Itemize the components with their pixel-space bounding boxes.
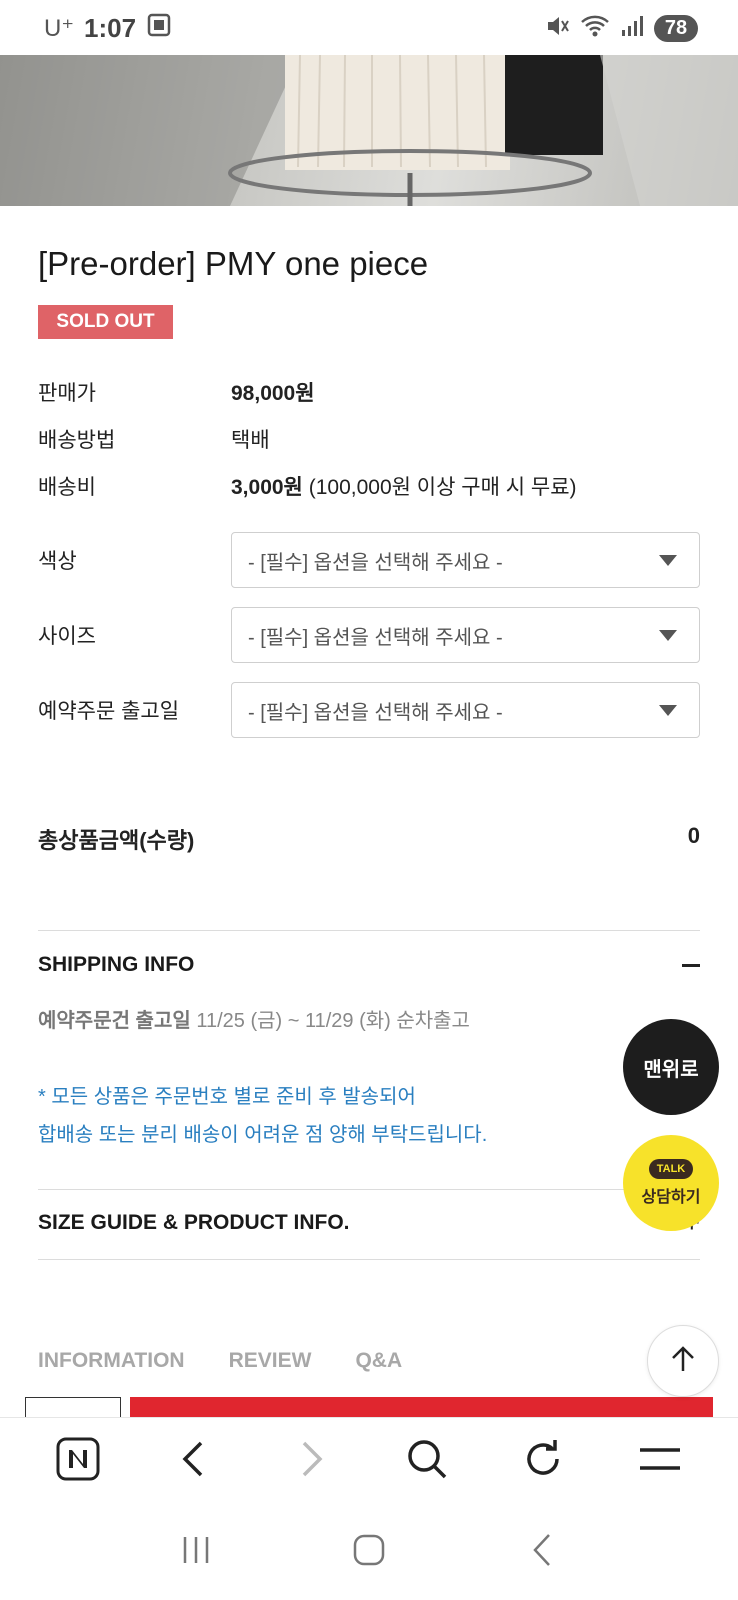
wifi-icon — [580, 13, 610, 44]
price-label: 판매가 — [38, 382, 96, 405]
option-size-row: 사이즈 - [필수] 옵션을 선택해 주세요 - — [38, 607, 700, 663]
search-button[interactable] — [397, 1432, 457, 1492]
total-label: 총상품금액(수량) — [38, 828, 195, 853]
shipping-info-title: SHIPPING INFO — [38, 953, 195, 976]
chevron-left-icon — [179, 1439, 209, 1484]
back-arrow-icon — [529, 1532, 555, 1573]
shipping-fee-row: 배송비 3,000원 (100,000원 이상 구매 시 무료) — [38, 471, 577, 501]
size-guide-header[interactable]: SIZE GUIDE & PRODUCT INFO. + — [38, 1207, 700, 1239]
recent-apps-button[interactable] — [166, 1523, 226, 1583]
tab-information[interactable]: INFORMATION — [38, 1349, 185, 1373]
chevron-down-icon — [659, 555, 677, 566]
refresh-icon — [522, 1438, 564, 1485]
carrier-label: U⁺ — [44, 14, 74, 42]
menu-button[interactable] — [630, 1432, 690, 1492]
search-icon — [406, 1438, 448, 1485]
divider — [38, 1259, 700, 1260]
shipping-notice-line1: * 모든 상품은 주문번호 별로 준비 후 발송되어 — [38, 1086, 416, 1108]
recent-apps-icon — [180, 1534, 212, 1571]
shipping-method-label: 배송방법 — [38, 429, 116, 452]
option-color-label: 색상 — [38, 550, 77, 573]
naver-home-button[interactable] — [48, 1432, 108, 1492]
home-button[interactable] — [339, 1523, 399, 1583]
scroll-top-button[interactable]: 맨위로 — [623, 1019, 719, 1115]
status-bar: U⁺ 1:07 78 — [0, 0, 738, 56]
option-release-row: 예약주문 출고일 - [필수] 옵션을 선택해 주세요 - — [38, 682, 700, 738]
detail-tabs: INFORMATION REVIEW Q&A — [38, 1349, 402, 1373]
battery-indicator: 78 — [654, 14, 698, 42]
option-release-label: 예약주문 출고일 — [38, 700, 180, 723]
shipping-fee-value: 3,000원 — [231, 476, 303, 499]
shipping-notice-line2: 합배송 또는 분리 배송이 어려운 점 양해 부탁드립니다. — [38, 1124, 488, 1146]
naver-n-icon — [56, 1437, 100, 1486]
wishlist-button[interactable] — [25, 1397, 121, 1417]
release-value: 11/25 (금) ~ 11/29 (화) 순차출고 — [196, 1010, 470, 1032]
kakao-talk-button[interactable]: TALK 상담하기 — [623, 1135, 719, 1231]
price-value: 98,000원 — [231, 382, 315, 405]
screenshot-icon — [146, 12, 172, 45]
release-date-line: 예약주문건 출고일 11/25 (금) ~ 11/29 (화) 순차출고 — [38, 1004, 470, 1033]
scroll-top-label: 맨위로 — [643, 1058, 699, 1081]
talk-label: 상담하기 — [641, 1189, 701, 1206]
option-release-placeholder: - [필수] 옵션을 선택해 주세요 - — [248, 701, 503, 724]
status-time: 1:07 — [84, 12, 137, 43]
divider — [38, 1189, 700, 1190]
chevron-down-icon — [659, 630, 677, 641]
option-size-label: 사이즈 — [38, 625, 96, 648]
chevron-right-icon — [296, 1439, 326, 1484]
shipping-method-value: 택배 — [231, 429, 270, 452]
product-image — [0, 55, 738, 206]
shipping-fee-label: 배송비 — [38, 476, 96, 499]
chevron-down-icon — [659, 705, 677, 716]
option-color-row: 색상 - [필수] 옵션을 선택해 주세요 - — [38, 532, 700, 588]
option-color-placeholder: - [필수] 옵션을 선택해 주세요 - — [248, 551, 503, 574]
product-title: [Pre-order] PMY one piece — [38, 245, 429, 282]
refresh-button[interactable] — [513, 1432, 573, 1492]
option-release-select[interactable]: - [필수] 옵션을 선택해 주세요 - — [231, 682, 700, 738]
release-label: 예약주문건 출고일 — [38, 1010, 191, 1032]
signal-icon — [620, 13, 644, 44]
tab-qna[interactable]: Q&A — [355, 1349, 402, 1373]
shipping-method-row: 배송방법 택배 — [38, 424, 270, 454]
mute-icon — [544, 13, 570, 44]
shipping-fee-note: (100,000원 이상 구매 시 무료) — [308, 476, 577, 499]
total-value: 0 — [687, 823, 700, 848]
tab-review[interactable]: REVIEW — [229, 1349, 312, 1373]
size-guide-title: SIZE GUIDE & PRODUCT INFO. — [38, 1211, 350, 1234]
buy-button[interactable] — [130, 1397, 713, 1417]
price-row: 판매가 98,000원 — [38, 377, 315, 407]
option-size-select[interactable]: - [필수] 옵션을 선택해 주세요 - — [231, 607, 700, 663]
divider — [38, 930, 700, 931]
option-color-select[interactable]: - [필수] 옵션을 선택해 주세요 - — [231, 532, 700, 588]
collapse-icon[interactable] — [682, 963, 700, 967]
sold-out-badge: SOLD OUT — [38, 305, 173, 339]
arrow-up-button[interactable] — [647, 1325, 719, 1397]
option-size-placeholder: - [필수] 옵션을 선택해 주세요 - — [248, 626, 503, 649]
system-back-button[interactable] — [512, 1523, 572, 1583]
talk-bubble-icon: TALK — [648, 1159, 694, 1179]
home-icon — [352, 1533, 386, 1572]
hamburger-menu-icon — [638, 1444, 682, 1479]
forward-button[interactable] — [281, 1432, 341, 1492]
back-button[interactable] — [164, 1432, 224, 1492]
total-row: 총상품금액(수량) 0 — [38, 823, 700, 855]
system-nav-bar — [0, 1505, 738, 1600]
arrow-up-icon — [668, 1344, 698, 1379]
browser-toolbar — [0, 1417, 738, 1505]
shipping-info-header[interactable]: SHIPPING INFO — [38, 953, 700, 977]
